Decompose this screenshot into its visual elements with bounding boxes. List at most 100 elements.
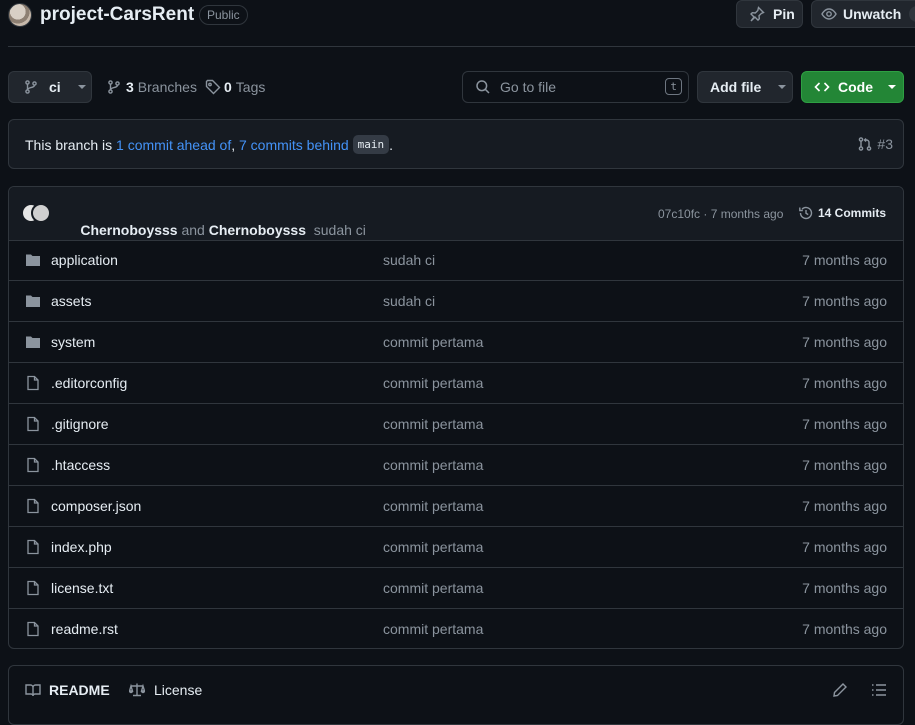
file-commit-age: 7 months ago [802, 252, 887, 268]
pull-request-icon [857, 136, 873, 152]
folder-icon [25, 293, 41, 309]
code-button[interactable]: Code [801, 71, 904, 103]
behind-link[interactable]: 7 commits behind [239, 137, 349, 153]
tab-license[interactable]: License [129, 682, 202, 698]
shortcut-key: t [665, 78, 682, 95]
tag-icon [205, 79, 221, 95]
file-commit-age: 7 months ago [802, 375, 887, 391]
file-row[interactable]: .htaccess commit pertama 7 months ago [9, 445, 903, 486]
folder-icon [25, 252, 41, 268]
file-icon [25, 416, 41, 432]
file-name-link[interactable]: .htaccess [51, 457, 110, 473]
file-name-link[interactable]: readme.rst [51, 621, 118, 637]
file-row[interactable]: composer.json commit pertama 7 months ago [9, 486, 903, 527]
branches-link[interactable]: 3 Branches [106, 79, 197, 95]
base-branch: main [352, 135, 390, 154]
file-icon [25, 539, 41, 555]
file-commit-message[interactable]: sudah ci [383, 252, 435, 268]
header-divider [8, 46, 915, 47]
repo-owner-avatar[interactable] [8, 3, 32, 27]
file-row[interactable]: .gitignore commit pertama 7 months ago [9, 404, 903, 445]
book-icon [25, 682, 41, 698]
branch-name: ci [49, 79, 61, 95]
outline-button[interactable] [871, 682, 887, 698]
unwatch-label: Unwatch [843, 6, 902, 22]
ahead-link[interactable]: 1 commit ahead of [116, 137, 231, 153]
file-name-link[interactable]: system [51, 334, 95, 350]
author-link[interactable]: Chernoboysss [80, 222, 177, 238]
readme-label: README [49, 682, 110, 698]
tags-link[interactable]: 0 Tags [205, 79, 265, 95]
file-name-link[interactable]: assets [51, 293, 91, 309]
pin-icon [749, 6, 765, 22]
file-commit-message[interactable]: commit pertama [383, 334, 483, 350]
tab-readme[interactable]: README [25, 682, 110, 698]
file-row[interactable]: .editorconfig commit pertama 7 months ago [9, 363, 903, 404]
pull-request-link[interactable]: #3 [857, 136, 893, 152]
commit-hash-time[interactable]: 07c10fc · 7 months ago [658, 207, 783, 221]
file-commit-age: 7 months ago [802, 293, 887, 309]
edit-readme-button[interactable] [832, 682, 848, 698]
file-commit-message[interactable]: commit pertama [383, 498, 483, 514]
file-name-link[interactable]: .gitignore [51, 416, 109, 432]
file-row[interactable]: system commit pertama 7 months ago [9, 322, 903, 363]
file-commit-message[interactable]: commit pertama [383, 375, 483, 391]
list-icon [871, 682, 887, 698]
file-commit-age: 7 months ago [802, 457, 887, 473]
branch-selector[interactable]: ci [8, 71, 92, 103]
latest-commit-bar: Chernoboysss and Chernoboysss sudah ci 0… [9, 187, 903, 241]
file-row[interactable]: assets sudah ci 7 months ago [9, 281, 903, 322]
author-avatars[interactable] [21, 203, 51, 223]
file-name-link[interactable]: application [51, 252, 118, 268]
file-commit-message[interactable]: commit pertama [383, 539, 483, 555]
tags-label: Tags [235, 79, 266, 95]
search-icon [475, 79, 491, 95]
go-to-file-input[interactable]: Go to file t [462, 71, 689, 103]
file-row[interactable]: readme.rst commit pertama 7 months ago [9, 609, 903, 650]
file-commit-message[interactable]: commit pertama [383, 621, 483, 637]
author-conjunction: and [181, 222, 205, 238]
file-name-link[interactable]: index.php [51, 539, 112, 555]
folder-icon [25, 334, 41, 350]
unwatch-button[interactable]: Unwatch 1 [811, 0, 915, 28]
add-file-label: Add file [710, 79, 762, 95]
commit-message[interactable]: sudah ci [314, 222, 366, 238]
file-commit-message[interactable]: sudah ci [383, 293, 435, 309]
file-icon [25, 457, 41, 473]
visibility-badge: Public [199, 5, 248, 25]
git-branch-icon [106, 79, 122, 95]
file-name-link[interactable]: composer.json [51, 498, 141, 514]
author-link[interactable]: Chernoboysss [209, 222, 306, 238]
file-icon [25, 498, 41, 514]
chevron-down-icon [77, 82, 87, 92]
file-name-link[interactable]: license.txt [51, 580, 113, 596]
file-name-link[interactable]: .editorconfig [51, 375, 127, 391]
status-prefix: This branch is [25, 136, 113, 153]
status-suffix: . [389, 136, 393, 153]
file-icon [25, 580, 41, 596]
eye-icon [821, 6, 837, 22]
pin-button[interactable]: Pin [736, 0, 803, 28]
commits-label: 14 Commits [818, 206, 887, 220]
pencil-icon [832, 682, 848, 698]
repo-name[interactable]: project-CarsRent [40, 4, 194, 26]
file-commit-message[interactable]: commit pertama [383, 580, 483, 596]
file-commit-message[interactable]: commit pertama [383, 457, 483, 473]
law-icon [129, 682, 145, 698]
branch-status-box: This branch is 1 commit ahead of , 7 com… [8, 119, 904, 169]
file-commit-age: 7 months ago [802, 621, 887, 637]
file-row[interactable]: license.txt commit pertama 7 months ago [9, 568, 903, 609]
readme-box: README License [8, 665, 904, 725]
tags-count: 0 [224, 79, 232, 95]
file-commit-message[interactable]: commit pertama [383, 416, 483, 432]
branches-count: 3 [126, 79, 134, 95]
commits-history-link[interactable]: 14 Commits [798, 205, 886, 221]
author-avatar [31, 203, 51, 223]
add-file-button[interactable]: Add file [697, 71, 793, 103]
file-row[interactable]: index.php commit pertama 7 months ago [9, 527, 903, 568]
history-icon [798, 205, 814, 221]
git-branch-icon [23, 79, 39, 95]
file-row[interactable]: application sudah ci 7 months ago [9, 240, 903, 281]
branches-label: Branches [137, 79, 197, 95]
chevron-down-icon [887, 82, 897, 92]
